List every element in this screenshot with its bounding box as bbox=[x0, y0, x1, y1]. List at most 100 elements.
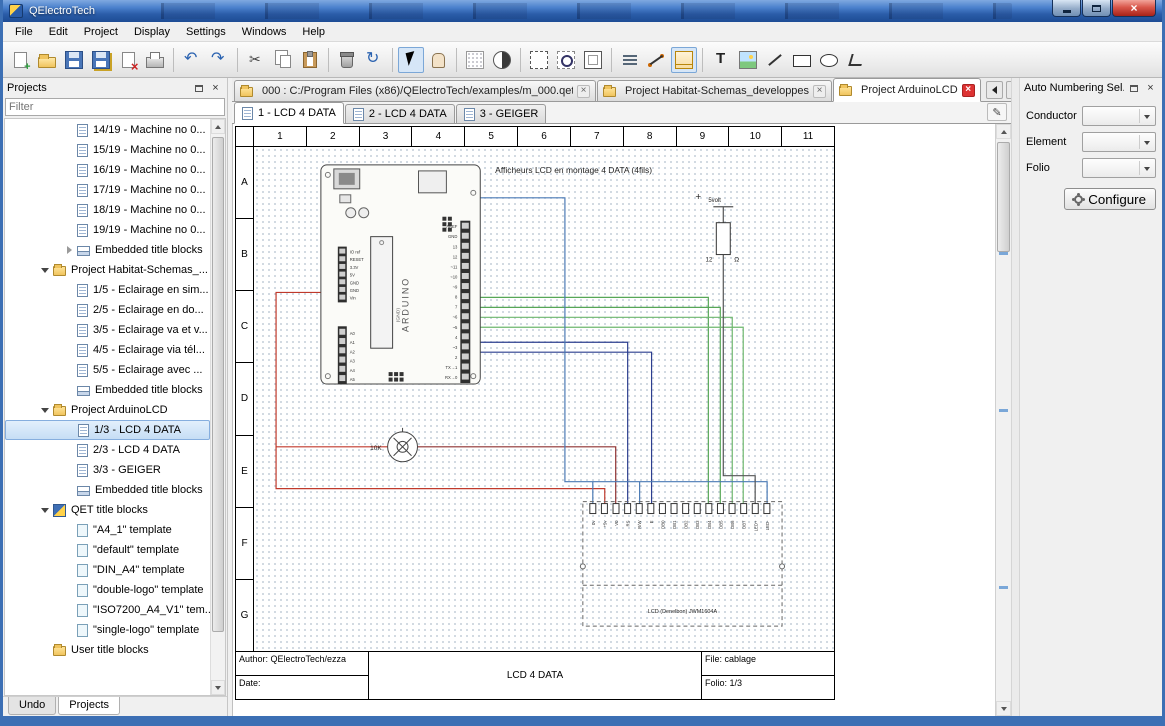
menu-edit[interactable]: Edit bbox=[41, 24, 76, 40]
document-tab[interactable]: Project Habitat-Schemas_developpes× bbox=[597, 80, 832, 101]
dock-tab-undo[interactable]: Undo bbox=[8, 697, 56, 715]
tree-item[interactable]: "DIN_A4" template bbox=[5, 560, 210, 580]
minimize-button[interactable] bbox=[1052, 0, 1081, 17]
power-supply[interactable]: + 5volt 12 Ω bbox=[695, 192, 739, 264]
list-button[interactable] bbox=[617, 47, 643, 73]
configure-button[interactable]: Configure bbox=[1064, 188, 1156, 210]
auto-numbering-close-button[interactable]: × bbox=[1143, 81, 1158, 96]
tree-item[interactable]: "ISO7200_A4_V1" tem... bbox=[5, 600, 210, 620]
rotate-button[interactable] bbox=[361, 47, 387, 73]
tree-item[interactable]: 2/3 - LCD 4 DATA bbox=[5, 440, 210, 460]
folio-combobox[interactable] bbox=[1082, 158, 1156, 178]
wire-rs[interactable] bbox=[470, 342, 627, 503]
close-button[interactable]: × bbox=[1112, 0, 1156, 17]
close-tab-icon[interactable]: × bbox=[962, 84, 975, 97]
close-tab-icon[interactable]: × bbox=[813, 85, 826, 98]
tree-item[interactable]: Project Habitat-Schemas_... bbox=[5, 260, 210, 280]
auto-numbering-float-button[interactable] bbox=[1126, 81, 1141, 96]
tree-item[interactable]: 18/19 - Machine no 0... bbox=[5, 200, 210, 220]
title-bar[interactable]: QElectroTech × bbox=[3, 0, 1162, 22]
diagram-tab[interactable]: 3 - GEIGER bbox=[456, 104, 547, 123]
print-button[interactable] bbox=[142, 47, 168, 73]
select-area-button[interactable] bbox=[526, 47, 552, 73]
grid-button[interactable] bbox=[462, 47, 488, 73]
projects-panel-close-button[interactable]: × bbox=[208, 81, 223, 96]
projects-panel-float-button[interactable] bbox=[191, 81, 206, 96]
scroll-down-button[interactable] bbox=[211, 680, 225, 695]
wire-db5[interactable] bbox=[470, 307, 720, 503]
scroll-up-button[interactable] bbox=[211, 119, 225, 134]
tree-scrollbar[interactable] bbox=[210, 119, 225, 695]
delete-button[interactable] bbox=[334, 47, 360, 73]
scroll-tabs-left-button[interactable] bbox=[986, 81, 1003, 99]
wire-pot-v0[interactable] bbox=[418, 447, 616, 504]
dock-tab-projects[interactable]: Projects bbox=[58, 697, 120, 715]
maximize-button[interactable] bbox=[1082, 0, 1111, 17]
element-combobox[interactable] bbox=[1082, 132, 1156, 152]
tree-item[interactable]: 1/5 - Eclairage en sim... bbox=[5, 280, 210, 300]
tree-expanded-arrow-icon[interactable] bbox=[41, 406, 50, 415]
canvas-scroll-up[interactable] bbox=[996, 124, 1011, 139]
potentiometer[interactable]: 10K bbox=[370, 428, 417, 462]
undo-button[interactable] bbox=[179, 47, 205, 73]
tree-item[interactable]: 1/3 - LCD 4 DATA bbox=[5, 420, 210, 440]
add-ellipse-button[interactable] bbox=[816, 47, 842, 73]
menu-help[interactable]: Help bbox=[294, 24, 333, 40]
wire-e[interactable] bbox=[470, 352, 651, 503]
filter-input[interactable] bbox=[5, 98, 225, 116]
tree-item[interactable]: Embedded title blocks bbox=[5, 240, 210, 260]
tree-item[interactable]: "double-logo" template bbox=[5, 580, 210, 600]
close-tab-icon[interactable]: × bbox=[577, 85, 590, 98]
scroll-thumb[interactable] bbox=[212, 137, 224, 632]
wire-led[interactable] bbox=[723, 255, 755, 504]
tree-item[interactable]: 17/19 - Machine no 0... bbox=[5, 180, 210, 200]
titleblock-button[interactable] bbox=[671, 47, 697, 73]
add-image-button[interactable] bbox=[735, 47, 761, 73]
menu-display[interactable]: Display bbox=[126, 24, 178, 40]
add-rectangle-button[interactable] bbox=[789, 47, 815, 73]
menu-settings[interactable]: Settings bbox=[178, 24, 234, 40]
save-as-button[interactable] bbox=[88, 47, 114, 73]
menu-file[interactable]: File bbox=[7, 24, 41, 40]
diagram-annotation[interactable]: Afficheurs LCD en montage 4 DATA (4fils) bbox=[495, 165, 652, 175]
zoom-area-button[interactable] bbox=[553, 47, 579, 73]
arduino-board[interactable]: ARDUINO (GND) AREFGND1312~11~10~987~6~54… bbox=[321, 165, 480, 384]
tree-item[interactable]: 2/5 - Eclairage en do... bbox=[5, 300, 210, 320]
redo-button[interactable] bbox=[206, 47, 232, 73]
edit-diagram-button[interactable]: ✎ bbox=[987, 103, 1007, 121]
tree-item[interactable]: 3/3 - GEIGER bbox=[5, 460, 210, 480]
zoom-fit-button[interactable] bbox=[580, 47, 606, 73]
tree-collapsed-arrow-icon[interactable] bbox=[65, 246, 74, 255]
new-document-button[interactable] bbox=[7, 47, 33, 73]
wire-db4[interactable] bbox=[470, 297, 708, 503]
conductor-button[interactable] bbox=[644, 47, 670, 73]
document-tab[interactable]: 000 : C:/Program Files (x86)/QElectroTec… bbox=[234, 80, 596, 101]
lcd-connector[interactable]: LCD (Denelbon) JWM1604A 0v+5vV0RSR/WEDB0… bbox=[580, 502, 784, 627]
tree-item[interactable]: 14/19 - Machine no 0... bbox=[5, 120, 210, 140]
wire-db7[interactable] bbox=[470, 327, 743, 503]
add-polyline-button[interactable] bbox=[843, 47, 869, 73]
select-button[interactable] bbox=[398, 47, 424, 73]
document-tab[interactable]: Project ArduinoLCD× bbox=[833, 78, 981, 102]
menu-windows[interactable]: Windows bbox=[234, 24, 295, 40]
save-button[interactable] bbox=[61, 47, 87, 73]
drawing-area[interactable]: Afficheurs LCD en montage 4 DATA (4fils) bbox=[254, 147, 834, 651]
canvas-scrollbar[interactable] bbox=[995, 124, 1011, 716]
diagram-viewport[interactable]: 1234567891011 ABCDEFG Afficheurs LCD en … bbox=[232, 124, 995, 716]
add-line-button[interactable] bbox=[762, 47, 788, 73]
tree-item[interactable]: "single-logo" template bbox=[5, 620, 210, 640]
tree-item[interactable]: Project ArduinoLCD bbox=[5, 400, 210, 420]
tree-expanded-arrow-icon[interactable] bbox=[41, 506, 50, 515]
tree-item[interactable]: 16/19 - Machine no 0... bbox=[5, 160, 210, 180]
diagram-tab[interactable]: 1 - LCD 4 DATA bbox=[234, 102, 344, 124]
open-project-button[interactable] bbox=[34, 47, 60, 73]
conductor-combobox[interactable] bbox=[1082, 106, 1156, 126]
tree-item[interactable]: 4/5 - Eclairage via tél... bbox=[5, 340, 210, 360]
tree-item[interactable]: "A4_1" template bbox=[5, 520, 210, 540]
tree-item[interactable]: QET title blocks bbox=[5, 500, 210, 520]
tree-item[interactable]: 15/19 - Machine no 0... bbox=[5, 140, 210, 160]
tree-expanded-arrow-icon[interactable] bbox=[41, 266, 50, 275]
tree-item[interactable]: 3/5 - Eclairage va et v... bbox=[5, 320, 210, 340]
copy-button[interactable] bbox=[270, 47, 296, 73]
tree-item[interactable]: 19/19 - Machine no 0... bbox=[5, 220, 210, 240]
